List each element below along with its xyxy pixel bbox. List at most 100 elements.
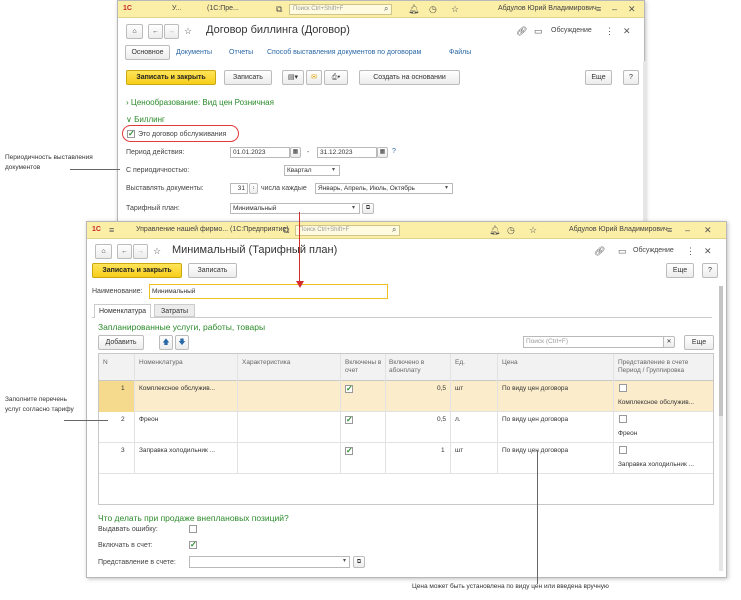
col-n[interactable]: N bbox=[103, 359, 108, 367]
move-down-icon[interactable]: 🡇 bbox=[175, 335, 189, 350]
period-help-link[interactable]: ? bbox=[392, 148, 396, 155]
row-subscription-qty[interactable]: 1 bbox=[441, 447, 445, 454]
name-input[interactable]: Минимальный bbox=[149, 284, 388, 299]
copy-icon[interactable]: ⧉ bbox=[283, 225, 289, 235]
row-period-checkbox[interactable] bbox=[619, 415, 627, 423]
period-to-calendar-icon[interactable]: ▦ bbox=[377, 147, 388, 158]
help-button[interactable]: ? bbox=[623, 70, 639, 85]
close-form-icon[interactable]: ✕ bbox=[704, 246, 712, 256]
user-name[interactable]: Абдулов Юрий Владимирович bbox=[498, 5, 597, 12]
include-invoice-checkbox[interactable]: ✓ bbox=[189, 541, 197, 549]
more-menu-icon[interactable]: ⋮ bbox=[605, 26, 614, 36]
table-more-button[interactable]: Еще bbox=[684, 335, 714, 350]
forward-button[interactable]: → bbox=[133, 244, 148, 259]
home-button[interactable]: ⌂ bbox=[95, 244, 112, 259]
row-unit[interactable]: шт bbox=[455, 385, 463, 392]
col-representation[interactable]: Представление в счете Период / Группиров… bbox=[618, 359, 712, 375]
add-row-button[interactable]: Добавить bbox=[98, 335, 144, 350]
link-icon[interactable]: 🔗︎ bbox=[594, 246, 605, 256]
tariff-select[interactable]: Минимальный bbox=[230, 203, 360, 214]
row-subscription-qty[interactable]: 0,5 bbox=[437, 416, 446, 423]
link-icon[interactable]: 🔗︎ bbox=[516, 26, 527, 36]
row-unit[interactable]: л. bbox=[455, 416, 461, 423]
home-button[interactable]: ⌂ bbox=[126, 24, 143, 39]
favorite-star-icon[interactable]: ☆ bbox=[153, 246, 161, 256]
row-price[interactable]: По виду цен договора bbox=[502, 385, 568, 392]
period-to-field[interactable]: 31.12.2023 bbox=[317, 147, 377, 158]
back-button[interactable]: ← bbox=[117, 244, 132, 259]
billing-section-toggle[interactable]: ∨ Биллинг bbox=[126, 115, 165, 124]
bell-icon[interactable]: 🔔︎ bbox=[408, 4, 419, 14]
settings-icon[interactable]: ≡ bbox=[667, 225, 672, 235]
forward-button[interactable]: → bbox=[164, 24, 179, 39]
help-button[interactable]: ? bbox=[702, 263, 718, 278]
representation-select[interactable] bbox=[189, 556, 350, 568]
row-representation[interactable]: Комплексное обслужив... bbox=[618, 399, 694, 406]
row-price[interactable]: По виду цен договора bbox=[502, 447, 568, 454]
tab-documents[interactable]: Документы bbox=[176, 49, 212, 56]
row-included-checkbox[interactable]: ✓ bbox=[345, 447, 353, 455]
issue-months-dropdown-icon[interactable]: ▾ bbox=[445, 183, 448, 193]
back-button[interactable]: ← bbox=[148, 24, 163, 39]
settings-icon[interactable]: ≡ bbox=[596, 4, 601, 14]
mail-button[interactable]: ✉ bbox=[306, 70, 322, 85]
col-characteristic[interactable]: Характеристика bbox=[242, 359, 290, 367]
row-representation[interactable]: Заправка холодильник ... bbox=[618, 461, 694, 468]
create-based-button[interactable]: Создать на основании bbox=[359, 70, 460, 85]
row-period-checkbox[interactable] bbox=[619, 446, 627, 454]
col-unit[interactable]: Ед. bbox=[455, 359, 465, 367]
issue-day-field[interactable]: 31 bbox=[230, 183, 248, 194]
chat-icon[interactable]: ▭ bbox=[534, 26, 543, 36]
user-name[interactable]: Абдулов Юрий Владимирович bbox=[569, 226, 668, 233]
row-price[interactable]: По виду цен договора bbox=[502, 416, 568, 423]
row-representation[interactable]: Фреон bbox=[618, 430, 637, 437]
favorite-star-icon[interactable]: ☆ bbox=[184, 26, 192, 36]
more-menu-icon[interactable]: ⋮ bbox=[686, 246, 695, 256]
tab-reports[interactable]: Отчеты bbox=[229, 49, 253, 56]
save-button[interactable]: Записать bbox=[224, 70, 272, 85]
global-search-input[interactable]: Поиск Ctrl+Shift+F bbox=[289, 4, 392, 15]
move-up-icon[interactable]: 🡅 bbox=[159, 335, 173, 350]
period-from-calendar-icon[interactable]: ▦ bbox=[290, 147, 301, 158]
row-nomenclature[interactable]: Фреон bbox=[139, 416, 158, 423]
col-price[interactable]: Цена bbox=[502, 359, 518, 367]
pricing-section-toggle[interactable]: › Ценообразование: Вид цен Розничная bbox=[126, 98, 274, 107]
col-included-subscription[interactable]: Включено в абонплату bbox=[389, 359, 439, 375]
search-icon[interactable]: ⌕ bbox=[384, 4, 388, 14]
history-icon[interactable]: ◷ bbox=[429, 4, 437, 14]
tariff-dropdown-icon[interactable]: ▾ bbox=[352, 203, 355, 213]
more-button[interactable]: Еще bbox=[666, 263, 694, 278]
row-subscription-qty[interactable]: 0,5 bbox=[437, 385, 446, 392]
back-scrollbar[interactable] bbox=[643, 61, 646, 231]
periodicity-dropdown-icon[interactable]: ▾ bbox=[332, 165, 335, 175]
tab-costs[interactable]: Затраты bbox=[154, 304, 196, 317]
menu-icon[interactable]: ≡ bbox=[109, 225, 114, 235]
row-nomenclature[interactable]: Заправка холодильник ... bbox=[139, 447, 215, 454]
tab-issue-method[interactable]: Способ выставления документов по договор… bbox=[267, 49, 421, 56]
tab-main[interactable]: Основное bbox=[125, 45, 170, 60]
front-scrollbar-thumb[interactable] bbox=[719, 286, 723, 416]
tariff-open-icon[interactable]: ⧉ bbox=[362, 203, 374, 214]
discussion-link[interactable]: Обсуждение bbox=[551, 27, 592, 34]
row-included-checkbox[interactable]: ✓ bbox=[345, 416, 353, 424]
bell-icon[interactable]: 🔔︎ bbox=[489, 225, 500, 235]
row-nomenclature[interactable]: Комплексное обслужив... bbox=[139, 385, 215, 392]
document-actions-button[interactable]: ▤▾ bbox=[282, 70, 304, 85]
issue-day-stepper[interactable]: ↕ bbox=[249, 183, 258, 194]
issue-months-select[interactable]: Январь, Апрель, Июль, Октябрь bbox=[315, 183, 453, 194]
row-unit[interactable]: шт bbox=[455, 447, 463, 454]
row-included-checkbox[interactable]: ✓ bbox=[345, 385, 353, 393]
save-button[interactable]: Записать bbox=[188, 263, 237, 278]
row-period-checkbox[interactable] bbox=[619, 384, 627, 392]
star-icon[interactable]: ☆ bbox=[451, 4, 459, 14]
save-close-button[interactable]: Записать и закрыть bbox=[126, 70, 216, 85]
star-icon[interactable]: ☆ bbox=[529, 225, 537, 235]
representation-open-icon[interactable]: ⧉ bbox=[353, 556, 365, 568]
minimize-icon[interactable]: – bbox=[612, 4, 617, 14]
representation-dropdown-icon[interactable]: ▾ bbox=[343, 556, 346, 566]
global-search-input[interactable]: Поиск Ctrl+Shift+F bbox=[295, 225, 400, 236]
save-close-button[interactable]: Записать и закрыть bbox=[92, 263, 182, 278]
more-button[interactable]: Еще bbox=[585, 70, 612, 85]
table-search-input[interactable]: Поиск (Ctrl+F) bbox=[523, 336, 664, 348]
tab-nomenclature[interactable]: Номенклатура bbox=[94, 304, 151, 318]
